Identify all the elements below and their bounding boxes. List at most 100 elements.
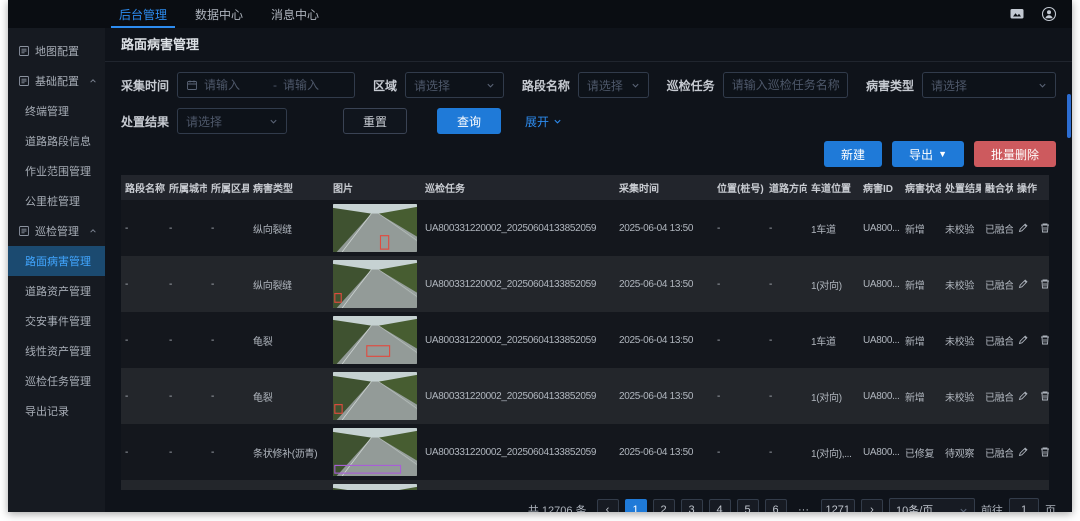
chevron-down-icon xyxy=(553,117,562,126)
cell-collect-time: 2025-06-04 13:50 xyxy=(615,368,713,424)
collect-time-range-picker[interactable]: - xyxy=(177,72,355,98)
edit-icon[interactable] xyxy=(1017,278,1029,290)
sidebar-item[interactable]: 作业范围管理 xyxy=(8,156,105,186)
cell-direction xyxy=(765,480,807,490)
sidebar-item[interactable]: 终端管理 xyxy=(8,96,105,126)
export-button[interactable]: 导出▼ xyxy=(892,141,964,167)
page-number-button[interactable]: 1 xyxy=(625,499,647,512)
sidebar-item[interactable]: 路面病害管理 xyxy=(8,246,105,276)
road-photo-thumbnail[interactable] xyxy=(333,428,417,476)
cell-operations xyxy=(1013,200,1049,256)
cell-operations xyxy=(1013,480,1049,490)
batch-delete-button[interactable]: 批量删除 xyxy=(974,141,1056,167)
page-number-button[interactable]: 6 xyxy=(765,499,787,512)
road-placeholder: 请选择 xyxy=(587,77,623,94)
screen-monitor-icon[interactable] xyxy=(1008,5,1026,23)
cell-lane: 1(对向) xyxy=(807,368,859,424)
column-header: 病害类型 xyxy=(249,175,329,200)
sidebar-item[interactable]: 道路路段信息 xyxy=(8,126,105,156)
topbar-tab[interactable]: 消息中心 xyxy=(257,0,333,28)
sidebar-item[interactable]: 公里桩管理 xyxy=(8,186,105,216)
sidebar-item[interactable]: 基础配置 xyxy=(8,66,105,96)
chevron-down-icon xyxy=(1038,81,1047,90)
result-placeholder: 请选择 xyxy=(186,113,222,130)
topbar-tab[interactable]: 数据中心 xyxy=(181,0,257,28)
table-row xyxy=(121,480,1049,490)
cell-direction: - xyxy=(765,256,807,312)
page-title: 路面病害管理 xyxy=(121,37,199,52)
page-number-button[interactable]: 2 xyxy=(653,499,675,512)
expand-link[interactable]: 展开 xyxy=(525,113,562,130)
page-number-button[interactable]: 1271 xyxy=(821,499,855,512)
page-size-select[interactable]: 10条/页 xyxy=(889,498,975,512)
road-photo-thumbnail[interactable] xyxy=(333,372,417,420)
cell-collect-time: 2025-06-04 13:50 xyxy=(615,200,713,256)
edit-icon[interactable] xyxy=(1017,222,1029,234)
road-photo-thumbnail[interactable] xyxy=(333,316,417,364)
edit-icon[interactable] xyxy=(1017,334,1029,346)
cell-result: 未校验 xyxy=(941,312,981,368)
road-photo-thumbnail[interactable] xyxy=(333,260,417,308)
delete-icon[interactable] xyxy=(1039,222,1049,234)
edit-icon[interactable] xyxy=(1017,446,1029,458)
cell-disease-id: UA800... xyxy=(859,200,901,256)
page-number-button[interactable]: 3 xyxy=(681,499,703,512)
sidebar-item[interactable]: 交安事件管理 xyxy=(8,306,105,336)
next-page-button[interactable]: › xyxy=(861,499,883,512)
delete-icon[interactable] xyxy=(1039,278,1049,290)
road-name-select[interactable]: 请选择 xyxy=(578,72,649,98)
region-select[interactable]: 请选择 xyxy=(405,72,504,98)
sidebar-item[interactable]: 地图配置 xyxy=(8,36,105,66)
road-photo-thumbnail[interactable] xyxy=(333,204,417,252)
sidebar-item[interactable]: 导出记录 xyxy=(8,396,105,426)
page-number-button[interactable]: 4 xyxy=(709,499,731,512)
cell-county: - xyxy=(207,256,249,312)
sidebar-item[interactable]: 巡检任务管理 xyxy=(8,366,105,396)
search-button[interactable]: 查询 xyxy=(437,108,501,134)
table-body: - - - 纵向裂缝 UA800331220002_20250604133852… xyxy=(121,200,1049,490)
delete-icon[interactable] xyxy=(1039,390,1049,402)
road-photo-thumbnail[interactable] xyxy=(333,484,417,490)
create-button[interactable]: 新建 xyxy=(824,141,882,167)
cell-photo xyxy=(329,200,421,256)
filter-bar: 采集时间 - 区域 请选择 路段名称 xyxy=(105,62,1072,135)
reset-button[interactable]: 重置 xyxy=(343,108,407,134)
user-avatar-icon[interactable] xyxy=(1040,5,1058,23)
cell-task: UA800331220002_20250604133852059 xyxy=(421,256,615,312)
disease-type-select[interactable]: 请选择 xyxy=(922,72,1056,98)
cell-task: UA800331220002_20250604133852059 xyxy=(421,424,615,480)
start-date-input[interactable] xyxy=(204,78,267,92)
column-header: 所属区县 xyxy=(207,175,249,200)
cell-photo xyxy=(329,424,421,480)
chevron-up-icon xyxy=(89,77,97,85)
cell-lane xyxy=(807,480,859,490)
result-select[interactable]: 请选择 xyxy=(177,108,287,134)
sidebar-item[interactable]: 巡检管理 xyxy=(8,216,105,246)
sidebar-item[interactable]: 道路资产管理 xyxy=(8,276,105,306)
cell-task: UA800331220002_20250604133852059 xyxy=(421,200,615,256)
disease-type-label: 病害类型 xyxy=(866,77,914,94)
delete-icon[interactable] xyxy=(1039,446,1049,458)
cell-collect-time xyxy=(615,480,713,490)
vertical-scrollbar-thumb[interactable] xyxy=(1067,94,1071,138)
edit-icon[interactable] xyxy=(1017,390,1029,402)
column-header: 病害ID xyxy=(859,175,901,200)
task-name-input[interactable] xyxy=(732,78,839,92)
delete-icon[interactable] xyxy=(1039,334,1049,346)
task-input-box xyxy=(723,72,848,98)
cell-direction: - xyxy=(765,200,807,256)
goto-page-input[interactable] xyxy=(1009,498,1039,512)
topbar-tab[interactable]: 后台管理 xyxy=(105,0,181,28)
cell-result: 待观察 xyxy=(941,424,981,480)
cell-status: 新增 xyxy=(901,200,941,256)
cell-disease-id xyxy=(859,480,901,490)
page-unit-label: 页 xyxy=(1045,502,1056,512)
topbar-right xyxy=(1008,0,1072,28)
page-ellipsis[interactable]: ··· xyxy=(793,499,815,512)
prev-page-button[interactable]: ‹ xyxy=(597,499,619,512)
page-number-button[interactable]: 5 xyxy=(737,499,759,512)
end-date-input[interactable] xyxy=(283,78,346,92)
tab-label: 消息中心 xyxy=(271,6,319,23)
column-header: 道路方向 xyxy=(765,175,807,200)
sidebar-item[interactable]: 线性资产管理 xyxy=(8,336,105,366)
